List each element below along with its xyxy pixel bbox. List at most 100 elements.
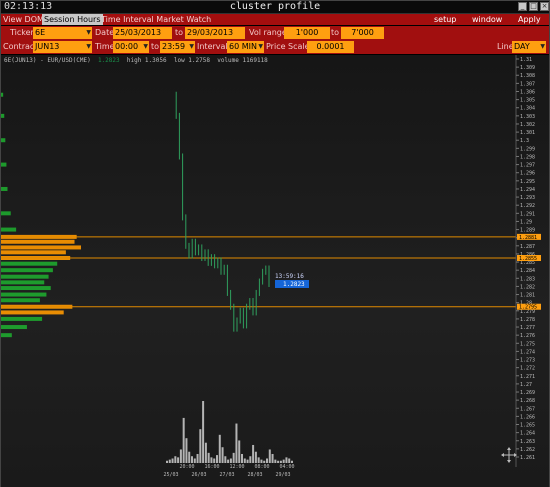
time-axis: 20:00 16:00 12:00 08:00 04:00 25/03 26/03 27/03… — [163, 464, 294, 478]
price-level-label: 1.2795 — [519, 305, 537, 311]
volume-bar — [246, 459, 249, 463]
profile-bar — [1, 268, 53, 273]
volume-bar — [268, 449, 271, 463]
menu-window[interactable]: window — [472, 14, 502, 25]
price-tick-label: 1.302 — [520, 122, 535, 128]
price-tick-label: 1.308 — [520, 73, 535, 79]
close-icon[interactable]: × — [540, 2, 549, 11]
volume-bar — [179, 449, 182, 463]
volume-bar — [166, 460, 168, 463]
price-tick-label: 1.301 — [520, 130, 535, 136]
volume-bar — [188, 451, 191, 463]
price-tick-label: 1.295 — [520, 179, 535, 185]
profile-bar — [1, 250, 66, 255]
title-bar[interactable]: 02:13:13 cluster profile _ □ × — [1, 1, 549, 14]
profile-bar — [1, 261, 58, 266]
vol-from-field[interactable]: 1'000 — [284, 27, 330, 39]
volume-bar — [204, 442, 207, 463]
time-label: 16:00 — [204, 464, 219, 470]
ticker-select[interactable]: 6E ▼ — [33, 27, 92, 39]
volume-bar — [182, 417, 185, 463]
volume-bar — [202, 401, 205, 463]
price-tick-label: 1.305 — [520, 98, 535, 104]
menu-apply[interactable]: Apply — [518, 14, 541, 25]
time-label: 12:00 — [229, 464, 244, 470]
interval-select[interactable]: 60 MIN ▼ — [227, 41, 264, 53]
menu-session-hours[interactable]: Session Hours — [42, 14, 103, 25]
price-tick-label: 1.291 — [520, 211, 535, 217]
volume-bar — [216, 455, 218, 463]
volume-bar — [243, 458, 246, 463]
price-tick-label: 1.298 — [520, 154, 535, 160]
profile-bar — [1, 333, 12, 338]
price-tick-label: 1.297 — [520, 163, 535, 169]
line-select[interactable]: DAY ▼ — [512, 41, 546, 53]
price-tick-label: 1.268 — [520, 398, 535, 404]
volume-bar — [235, 423, 238, 463]
menu-setup[interactable]: setup — [434, 14, 456, 25]
volume-bar — [229, 458, 232, 463]
time-from-field[interactable]: 00:00 ▼ — [113, 41, 149, 53]
crosshair-icon[interactable] — [501, 447, 517, 463]
volume-bar — [171, 458, 174, 463]
menu-bar: View DOM Session Hours Time Interval Mar… — [1, 14, 549, 25]
volume-bar — [279, 460, 282, 463]
price-chart-svg[interactable]: 1.31 1.309 1.308 1.307 1.306 1.305 1.304 1.303 1… — [1, 55, 549, 487]
price-tick-label: 1.3 — [520, 138, 529, 144]
contract-select[interactable]: JUN13 ▼ — [33, 41, 92, 53]
date-label: 27/03 — [219, 472, 234, 478]
chevron-down-icon: ▼ — [540, 43, 545, 50]
price-tick-label: 1.281 — [520, 293, 535, 299]
price-tick-label: 1.29 — [520, 219, 532, 225]
volume-bar — [271, 453, 274, 463]
price-tick-label: 1.287 — [520, 244, 535, 250]
volume-bar — [257, 457, 260, 463]
cursor-price: 1.2823 — [283, 281, 305, 288]
price-axis: 1.31 1.309 1.308 1.307 1.306 1.305 1.304 1.303 1… — [515, 55, 541, 467]
date-label: Date — [95, 28, 115, 37]
volume-bar — [266, 458, 268, 463]
price-series — [175, 91, 270, 332]
menu-time-interval-market-watch[interactable]: Time Interval Market Watch — [101, 14, 211, 25]
price-tick-label: 1.265 — [520, 423, 535, 429]
time-label: 08:00 — [254, 464, 269, 470]
price-tick-label: 1.266 — [520, 414, 535, 420]
profile-bar — [1, 245, 81, 250]
time-to-field[interactable]: 23:59 ▼ — [160, 41, 195, 53]
price-tick-label: 1.303 — [520, 114, 535, 120]
profile-bar — [1, 274, 49, 279]
date-to-field[interactable]: 29/03/2013 — [185, 27, 245, 39]
time-to-value: 23:59 — [162, 42, 186, 51]
price-tick-label: 1.269 — [520, 390, 535, 396]
price-tick-label: 1.263 — [520, 439, 535, 445]
profile-bar — [1, 239, 75, 244]
vol-to-field[interactable]: 7'000 — [341, 27, 384, 39]
price-scale-field[interactable]: 0.0001 — [307, 41, 354, 53]
profile-bar — [1, 280, 45, 285]
price-tick-label: 1.299 — [520, 146, 535, 152]
price-tick-label: 1.261 — [520, 455, 535, 461]
price-tick-label: 1.276 — [520, 333, 535, 339]
minimize-icon[interactable]: _ — [518, 2, 527, 11]
price-tick-label: 1.262 — [520, 447, 535, 453]
time-from-value: 00:00 — [115, 42, 139, 51]
date-from-field[interactable]: 25/03/2013 — [113, 27, 172, 39]
price-level-label: 1.2855 — [519, 256, 537, 262]
volume-bar — [263, 460, 266, 463]
price-tick-label: 1.277 — [520, 325, 535, 331]
date-label: 29/03 — [275, 472, 290, 478]
menu-view-dom[interactable]: View DOM — [3, 14, 44, 25]
volume-bar — [221, 447, 224, 463]
volume-bar — [213, 458, 216, 463]
price-tick-label: 1.267 — [520, 406, 535, 412]
profile-bar — [1, 310, 64, 315]
price-tick-label: 1.296 — [520, 171, 535, 177]
chart-area[interactable]: 6E(JUN13) - EUR/USD(CME) 1.2823 high 1.3… — [1, 55, 549, 487]
price-tick-label: 1.292 — [520, 203, 535, 209]
profile-bar — [1, 138, 6, 143]
price-tick-label: 1.274 — [520, 349, 535, 355]
price-tick-label: 1.271 — [520, 374, 535, 380]
restore-icon[interactable]: □ — [529, 2, 538, 11]
profile-bar — [1, 292, 47, 297]
price-tick-label: 1.31 — [520, 57, 532, 63]
